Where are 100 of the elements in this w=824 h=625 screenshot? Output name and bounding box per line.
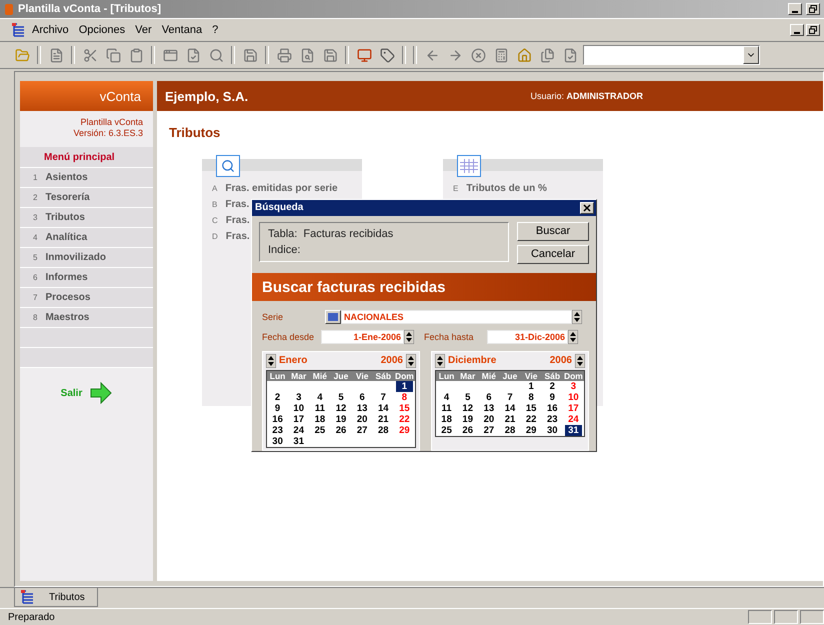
- calendar-day[interactable]: 23: [544, 414, 561, 425]
- year-spin-button[interactable]: [575, 354, 585, 368]
- calendar-day[interactable]: 30: [544, 424, 561, 436]
- menu-item[interactable]: ?: [208, 24, 222, 36]
- calendar-day[interactable]: 18: [438, 414, 456, 425]
- calendar-day[interactable]: 29: [522, 424, 540, 436]
- calendar-day[interactable]: 1: [396, 380, 413, 392]
- panel-item[interactable]: E Tributos de un %: [443, 180, 603, 196]
- calendar-day[interactable]: 25: [438, 424, 456, 436]
- calendar-day[interactable]: 14: [501, 402, 519, 414]
- calendar-day[interactable]: 20: [480, 414, 498, 425]
- calendar-day[interactable]: 6: [354, 392, 371, 403]
- combo-box[interactable]: [583, 45, 760, 65]
- lookup-button[interactable]: [325, 310, 341, 324]
- spin-button[interactable]: [404, 330, 414, 344]
- calendar-day[interactable]: 19: [332, 414, 350, 425]
- calendar-day[interactable]: 7: [501, 392, 519, 403]
- calendar-day[interactable]: 31: [290, 436, 308, 447]
- document-tab[interactable]: Tributos: [14, 588, 98, 607]
- calendar-day[interactable]: 13: [354, 402, 371, 414]
- menu-item[interactable]: Ver: [131, 24, 156, 36]
- calendar-day[interactable]: 27: [354, 424, 371, 436]
- spin-button[interactable]: [572, 310, 582, 324]
- calendar-day[interactable]: 26: [332, 424, 350, 436]
- menu-item[interactable]: Archivo: [28, 24, 73, 36]
- calendar-day[interactable]: 27: [480, 424, 498, 436]
- calendar-day[interactable]: 1: [522, 380, 540, 392]
- dropdown-button[interactable]: [743, 46, 759, 64]
- input-field[interactable]: 1-Ene-2006: [321, 330, 404, 344]
- status-panel: [748, 610, 772, 624]
- sidebar-item[interactable]: 6 Informes: [20, 268, 153, 288]
- calendar-day[interactable]: 12: [332, 402, 350, 414]
- calendar-day[interactable]: 31: [564, 424, 582, 436]
- calendar-day[interactable]: 15: [396, 402, 413, 414]
- sidebar-item[interactable]: 7 Procesos: [20, 288, 153, 308]
- calendar-day[interactable]: 18: [311, 414, 328, 425]
- close-button[interactable]: [580, 202, 594, 214]
- menu-item[interactable]: Opciones: [74, 24, 130, 36]
- calendar-day[interactable]: 4: [438, 392, 456, 403]
- calendar-day[interactable]: 15: [522, 402, 540, 414]
- calendar-day[interactable]: 26: [459, 424, 476, 436]
- calendar-day[interactable]: 28: [501, 424, 519, 436]
- input-field[interactable]: 31-Dic-2006: [487, 330, 568, 344]
- calendar-day[interactable]: 22: [396, 414, 413, 425]
- month-spin-button[interactable]: [435, 354, 445, 368]
- arrow-right-icon[interactable]: [90, 382, 112, 404]
- calendar-day[interactable]: 17: [564, 402, 582, 414]
- calendar-day[interactable]: 2: [269, 392, 286, 403]
- spin-button[interactable]: [568, 330, 578, 344]
- calendar-day[interactable]: 16: [544, 402, 561, 414]
- calendar-day[interactable]: 22: [522, 414, 540, 425]
- panel-item[interactable]: A Fras. emitidas por serie: [202, 180, 362, 196]
- calendar-day[interactable]: 21: [501, 414, 519, 425]
- calendar-day[interactable]: 10: [564, 392, 582, 403]
- calendar-day[interactable]: 9: [269, 402, 286, 414]
- calendar-day[interactable]: 24: [290, 424, 308, 436]
- sidebar-item[interactable]: 5 Inmovilizado: [20, 248, 153, 268]
- sidebar-item[interactable]: 4 Analítica: [20, 228, 153, 248]
- restore-button[interactable]: [806, 3, 820, 15]
- search-button[interactable]: Buscar: [517, 222, 589, 241]
- calendar-day[interactable]: 6: [480, 392, 498, 403]
- calendar-day[interactable]: 3: [290, 392, 308, 403]
- calendar-day[interactable]: 12: [459, 402, 476, 414]
- menu-item[interactable]: Ventana: [158, 24, 206, 36]
- calendar-day[interactable]: 3: [564, 380, 582, 392]
- calendar-day[interactable]: 28: [374, 424, 392, 436]
- calendar-day[interactable]: 17: [290, 414, 308, 425]
- restore-button[interactable]: [806, 24, 820, 36]
- calendar-day[interactable]: 4: [311, 392, 328, 403]
- calendar-day[interactable]: 8: [396, 392, 413, 403]
- sidebar-item[interactable]: 8 Maestros: [20, 308, 153, 328]
- calendar-day[interactable]: 29: [396, 424, 413, 436]
- calendar-day[interactable]: 23: [269, 424, 286, 436]
- year-spin-button[interactable]: [406, 354, 416, 368]
- calendar-day[interactable]: 24: [564, 414, 582, 425]
- calendar-day[interactable]: 30: [269, 436, 286, 447]
- calendar-day[interactable]: 21: [374, 414, 392, 425]
- minimize-button[interactable]: [790, 24, 804, 36]
- calendar-day[interactable]: 16: [269, 414, 286, 425]
- calendar-day[interactable]: 10: [290, 402, 308, 414]
- calendar-day[interactable]: 11: [311, 402, 328, 414]
- month-spin-button[interactable]: [266, 354, 276, 368]
- sidebar-item[interactable]: 1 Asientos: [20, 168, 153, 188]
- minimize-button[interactable]: [788, 3, 802, 15]
- calendar-day[interactable]: 13: [480, 402, 498, 414]
- input-field[interactable]: NACIONALES: [341, 310, 572, 324]
- calendar-day[interactable]: 2: [544, 380, 561, 392]
- calendar-day[interactable]: 5: [332, 392, 350, 403]
- calendar-day[interactable]: 14: [374, 402, 392, 414]
- calendar-day[interactable]: 5: [459, 392, 476, 403]
- cancel-button[interactable]: Cancelar: [517, 244, 589, 264]
- calendar-day[interactable]: 20: [354, 414, 371, 425]
- sidebar-item[interactable]: 3 Tributos: [20, 208, 153, 228]
- calendar-day[interactable]: 8: [522, 392, 540, 403]
- calendar-day[interactable]: 11: [438, 402, 456, 414]
- calendar-day[interactable]: 9: [544, 392, 561, 403]
- calendar-day[interactable]: 7: [374, 392, 392, 403]
- sidebar-item[interactable]: 2 Tesorería: [20, 188, 153, 208]
- calendar-day[interactable]: 25: [311, 424, 328, 436]
- calendar-day[interactable]: 19: [459, 414, 476, 425]
